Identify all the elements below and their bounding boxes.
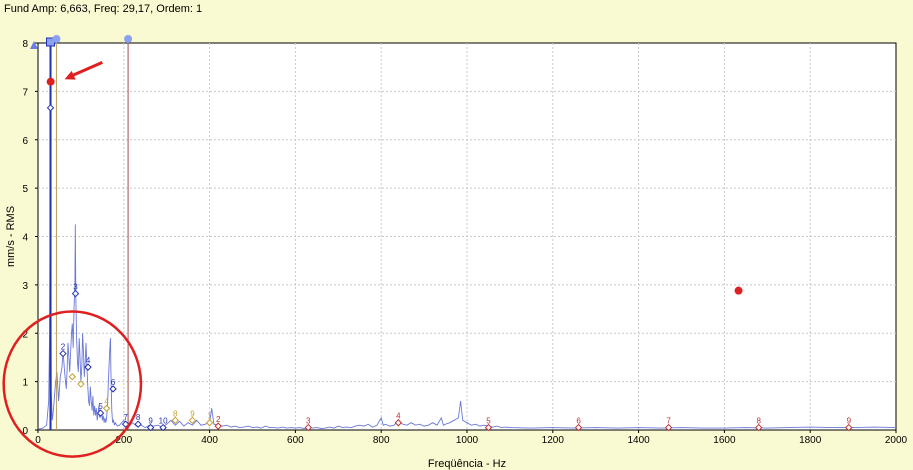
y-axis-label: mm/s - RMS [5, 206, 17, 267]
y-tick-label: 7 [22, 87, 28, 98]
x-tick-label: 0 [35, 435, 41, 446]
x-tick-label: 2000 [885, 435, 908, 446]
cursor-pointer [30, 41, 38, 49]
x-tick-label: 1600 [713, 435, 736, 446]
y-tick-label: 8 [22, 39, 28, 50]
cursor-handle [124, 35, 133, 43]
harmonic-label: 8 [173, 409, 178, 418]
x-tick-label: 1000 [456, 435, 479, 446]
harmonic-label: 9 [148, 417, 153, 426]
harmonic-label: 2 [61, 343, 66, 352]
cursor-handle [52, 35, 61, 43]
harmonic-label: 6 [111, 378, 116, 387]
y-tick-label: 3 [22, 281, 28, 292]
harmonic-label: 8 [756, 417, 761, 426]
harmonic-label: 3 [306, 417, 311, 426]
harmonic-label: 2 [216, 415, 221, 424]
red-dot [734, 286, 743, 295]
x-tick-label: 1800 [799, 435, 822, 446]
x-tick-label: 400 [201, 435, 218, 446]
harmonic-label: 1 [207, 412, 212, 421]
x-tick-label: 1200 [542, 435, 565, 446]
harmonic-label: 7 [123, 413, 128, 422]
x-tick-label: 800 [373, 435, 390, 446]
harmonic-label: 8 [136, 413, 141, 422]
harmonic-label: 5 [98, 402, 103, 411]
harmonic-label: 9 [190, 409, 195, 418]
harmonic-label: 10 [159, 417, 168, 426]
harmonic-label: 4 [396, 412, 401, 421]
y-tick-label: 1 [22, 378, 28, 389]
y-tick-label: 6 [22, 136, 28, 147]
harmonic-label: 3 [73, 283, 78, 292]
harmonic-label: 9 [847, 417, 852, 426]
harmonic-label: 4 [104, 397, 109, 406]
x-tick-label: 600 [287, 435, 304, 446]
spectrum-chart[interactable]: 0 200 400 600 800 1000 1200 1400 1600 1800 2000012… [0, 0, 913, 470]
harmonic-label: 5 [486, 417, 491, 426]
x-axis-label: Freqüência - Hz [428, 458, 506, 470]
y-tick-label: 4 [22, 233, 28, 244]
x-tick-label: 1400 [627, 435, 650, 446]
y-tick-label: 5 [22, 184, 28, 195]
harmonic-label: 7 [666, 417, 671, 426]
red-dot [46, 77, 55, 86]
harmonic-label: 4 [86, 356, 91, 365]
harmonic-label: 6 [576, 417, 581, 426]
